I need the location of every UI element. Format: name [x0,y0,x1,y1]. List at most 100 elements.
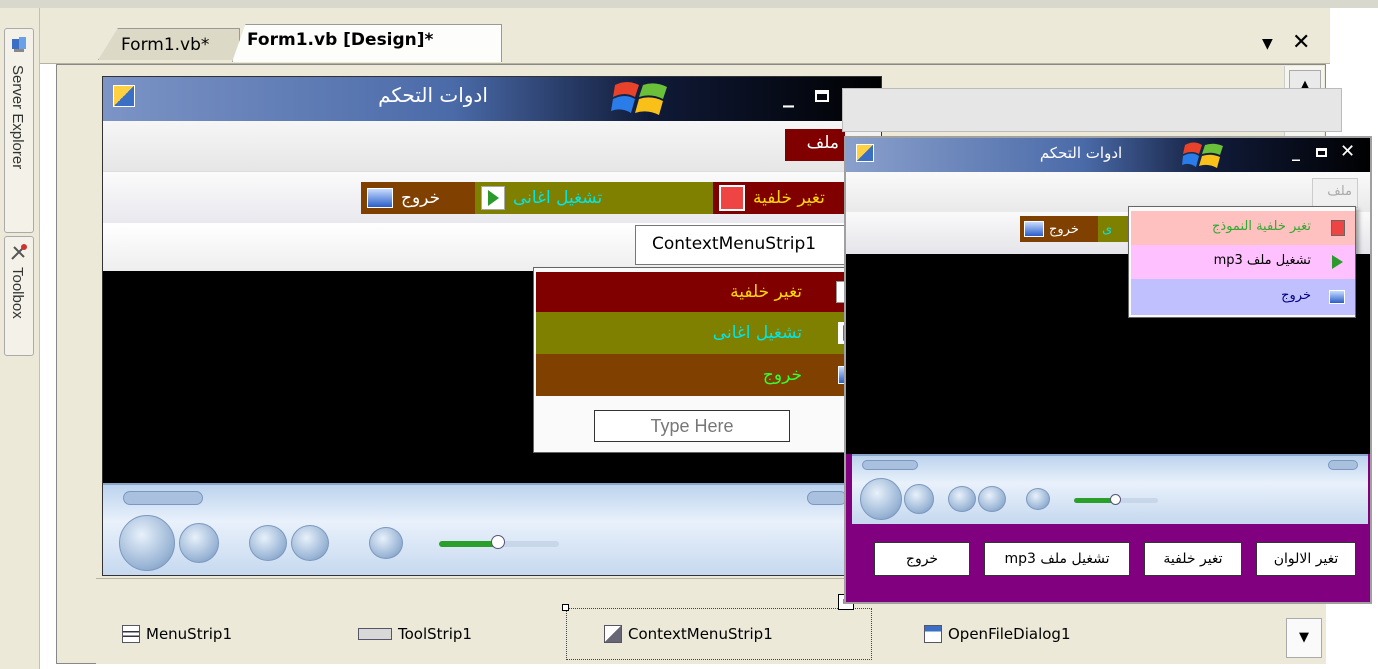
tray-toolstrip-label: ToolStrip1 [398,625,472,643]
selection-handle[interactable] [562,604,569,611]
tray-toolstrip[interactable]: ToolStrip1 [358,625,472,643]
maximize-icon[interactable] [815,90,829,102]
tray-menustrip-label: MenuStrip1 [146,625,232,643]
play-button-icon[interactable] [119,515,175,571]
runtime-windows-logo-icon [1182,140,1226,170]
runtime-context-item-background[interactable]: تغير خلفية النموذج [1131,211,1355,245]
toolstrip-exit[interactable]: خروج [361,182,475,214]
runtime-mute-button-icon[interactable] [1026,488,1050,510]
type-here-input[interactable]: Type Here [594,410,790,442]
tray-openfiledialog-label: OpenFileDialog1 [948,625,1071,643]
runtime-next-button-icon[interactable] [978,486,1006,512]
toolstrip-background-label: تغير خلفية [753,188,825,208]
runtime-toolstrip-play-label: ى [1102,221,1113,237]
server-explorer-panel[interactable]: Server Explorer [4,28,34,233]
toolstrip-icon [358,628,392,640]
design-context-menu: تغير خلفية تشغيل اغانى خروج Type Here [533,267,873,453]
windows-logo-icon [611,79,671,117]
tab-list-dropdown-icon[interactable]: ▼ [1262,36,1273,52]
design-form: ادوات التحكم _ ✕ ملف خروج تشغيل اغانى تغ… [102,76,882,576]
contextmenustrip-icon [604,625,622,643]
next-button-icon[interactable] [291,525,329,561]
design-title: ادوات التحكم [378,83,488,107]
runtime-menu-item-file[interactable]: ملف [1312,178,1358,208]
runtime-minimize-icon[interactable]: _ [1292,142,1300,161]
tab-form1-code[interactable]: Form1.vb* [98,28,240,60]
runtime-context-item-background-label: تغير خلفية النموذج [1212,219,1311,234]
runtime-app-icon [856,144,874,162]
design-toolstrip: خروج تشغيل اغانى تغير خلفية [103,171,881,223]
button-change-colors[interactable]: تغير الالوان [1256,542,1356,576]
play-icon [481,186,505,210]
context-item-exit-label: خروج [762,365,802,385]
mute-button-icon[interactable] [369,527,403,559]
context-item-exit[interactable]: خروج [536,354,872,396]
minimize-icon[interactable]: _ [783,83,794,108]
runtime-stop-button-icon[interactable] [904,484,934,514]
button-play-mp3[interactable]: تشغيل ملف mp3 [984,542,1130,576]
runtime-title: ادوات التحكم [1039,144,1123,162]
play-icon [1332,255,1343,269]
toolbox-panel[interactable]: Toolbox [4,236,34,356]
server-explorer-icon [10,35,28,53]
tab-form1-design-label: Form1.vb [Design]* [247,30,434,50]
tab-form1-design[interactable]: Form1.vb [Design]* [232,24,502,62]
exit-icon [1024,221,1044,237]
toolbox-icon [10,243,28,261]
runtime-backdrop [842,88,1342,132]
runtime-toolstrip-exit-label: خروج [1049,221,1079,237]
runtime-context-item-play[interactable]: تشغيل ملف mp3 [1131,245,1355,279]
tray-contextmenustrip[interactable]: ContextMenuStrip1 [604,625,773,643]
design-titlebar: ادوات التحكم _ ✕ [103,77,881,121]
tray-scroll-down-icon[interactable]: ▼ [1286,618,1322,658]
runtime-context-menu: تغير خلفية النموذج تشغيل ملف mp3 خروج [1128,206,1356,318]
form-app-icon [113,85,135,107]
context-item-play[interactable]: تشغيل اغانى [536,312,872,354]
volume-slider-thumb[interactable] [491,535,505,549]
context-item-play-label: تشغيل اغانى [712,323,802,343]
runtime-toolstrip-exit[interactable]: خروج [1020,216,1098,242]
runtime-player-mini-button[interactable] [862,460,918,470]
design-media-player [103,483,881,575]
tray-contextmenustrip-label: ContextMenuStrip1 [628,625,773,643]
runtime-maximize-icon[interactable] [1316,148,1327,157]
runtime-context-item-exit[interactable]: خروج [1131,279,1355,315]
openfiledialog-icon [924,625,942,643]
runtime-toolstrip-play[interactable]: ى [1098,216,1132,242]
context-item-background-label: تغير خلفية [730,282,802,302]
runtime-play-button-icon[interactable] [860,478,902,520]
ide-top-strip [0,0,1378,8]
previous-button-icon[interactable] [249,525,287,561]
runtime-context-item-play-label: تشغيل ملف mp3 [1213,253,1311,268]
runtime-volume-slider-thumb[interactable] [1110,494,1121,505]
runtime-titlebar: ادوات التحكم _ ✕ [846,138,1370,172]
toolstrip-play[interactable]: تشغيل اغانى [475,182,713,214]
runtime-context-item-exit-label: خروج [1281,288,1311,303]
exit-icon [1329,290,1345,304]
tab-form1-code-label: Form1.vb* [121,35,210,55]
toolstrip-exit-label: خروج [401,188,441,208]
toolstrip-play-label: تشغيل اغانى [513,188,603,208]
background-icon [1331,220,1345,236]
design-menustrip: ملف [103,121,881,171]
menustrip-icon [122,625,140,643]
stop-button-icon[interactable] [179,523,219,563]
button-change-background[interactable]: تغير خلفية [1144,542,1242,576]
context-menu-tab-label: ContextMenuStrip1 [652,234,817,254]
menu-item-file[interactable]: ملف [785,129,845,161]
design-context-tab-row: ContextMenuStrip1 [103,223,881,271]
tray-menustrip[interactable]: MenuStrip1 [122,625,232,643]
runtime-close-icon[interactable]: ✕ [1340,141,1355,162]
runtime-media-player [852,454,1368,524]
tray-openfiledialog[interactable]: OpenFileDialog1 [924,625,1070,643]
player-mini-button[interactable] [123,491,203,505]
toolbox-label: Toolbox [9,267,26,319]
player-view-button[interactable] [807,491,847,505]
server-explorer-label: Server Explorer [9,65,26,170]
runtime-player-view-button[interactable] [1328,460,1358,470]
button-exit[interactable]: خروج [874,542,970,576]
context-item-background[interactable]: تغير خلفية [536,272,872,312]
runtime-previous-button-icon[interactable] [948,486,976,512]
exit-icon [367,188,393,208]
close-tab-icon[interactable]: ✕ [1292,30,1310,55]
